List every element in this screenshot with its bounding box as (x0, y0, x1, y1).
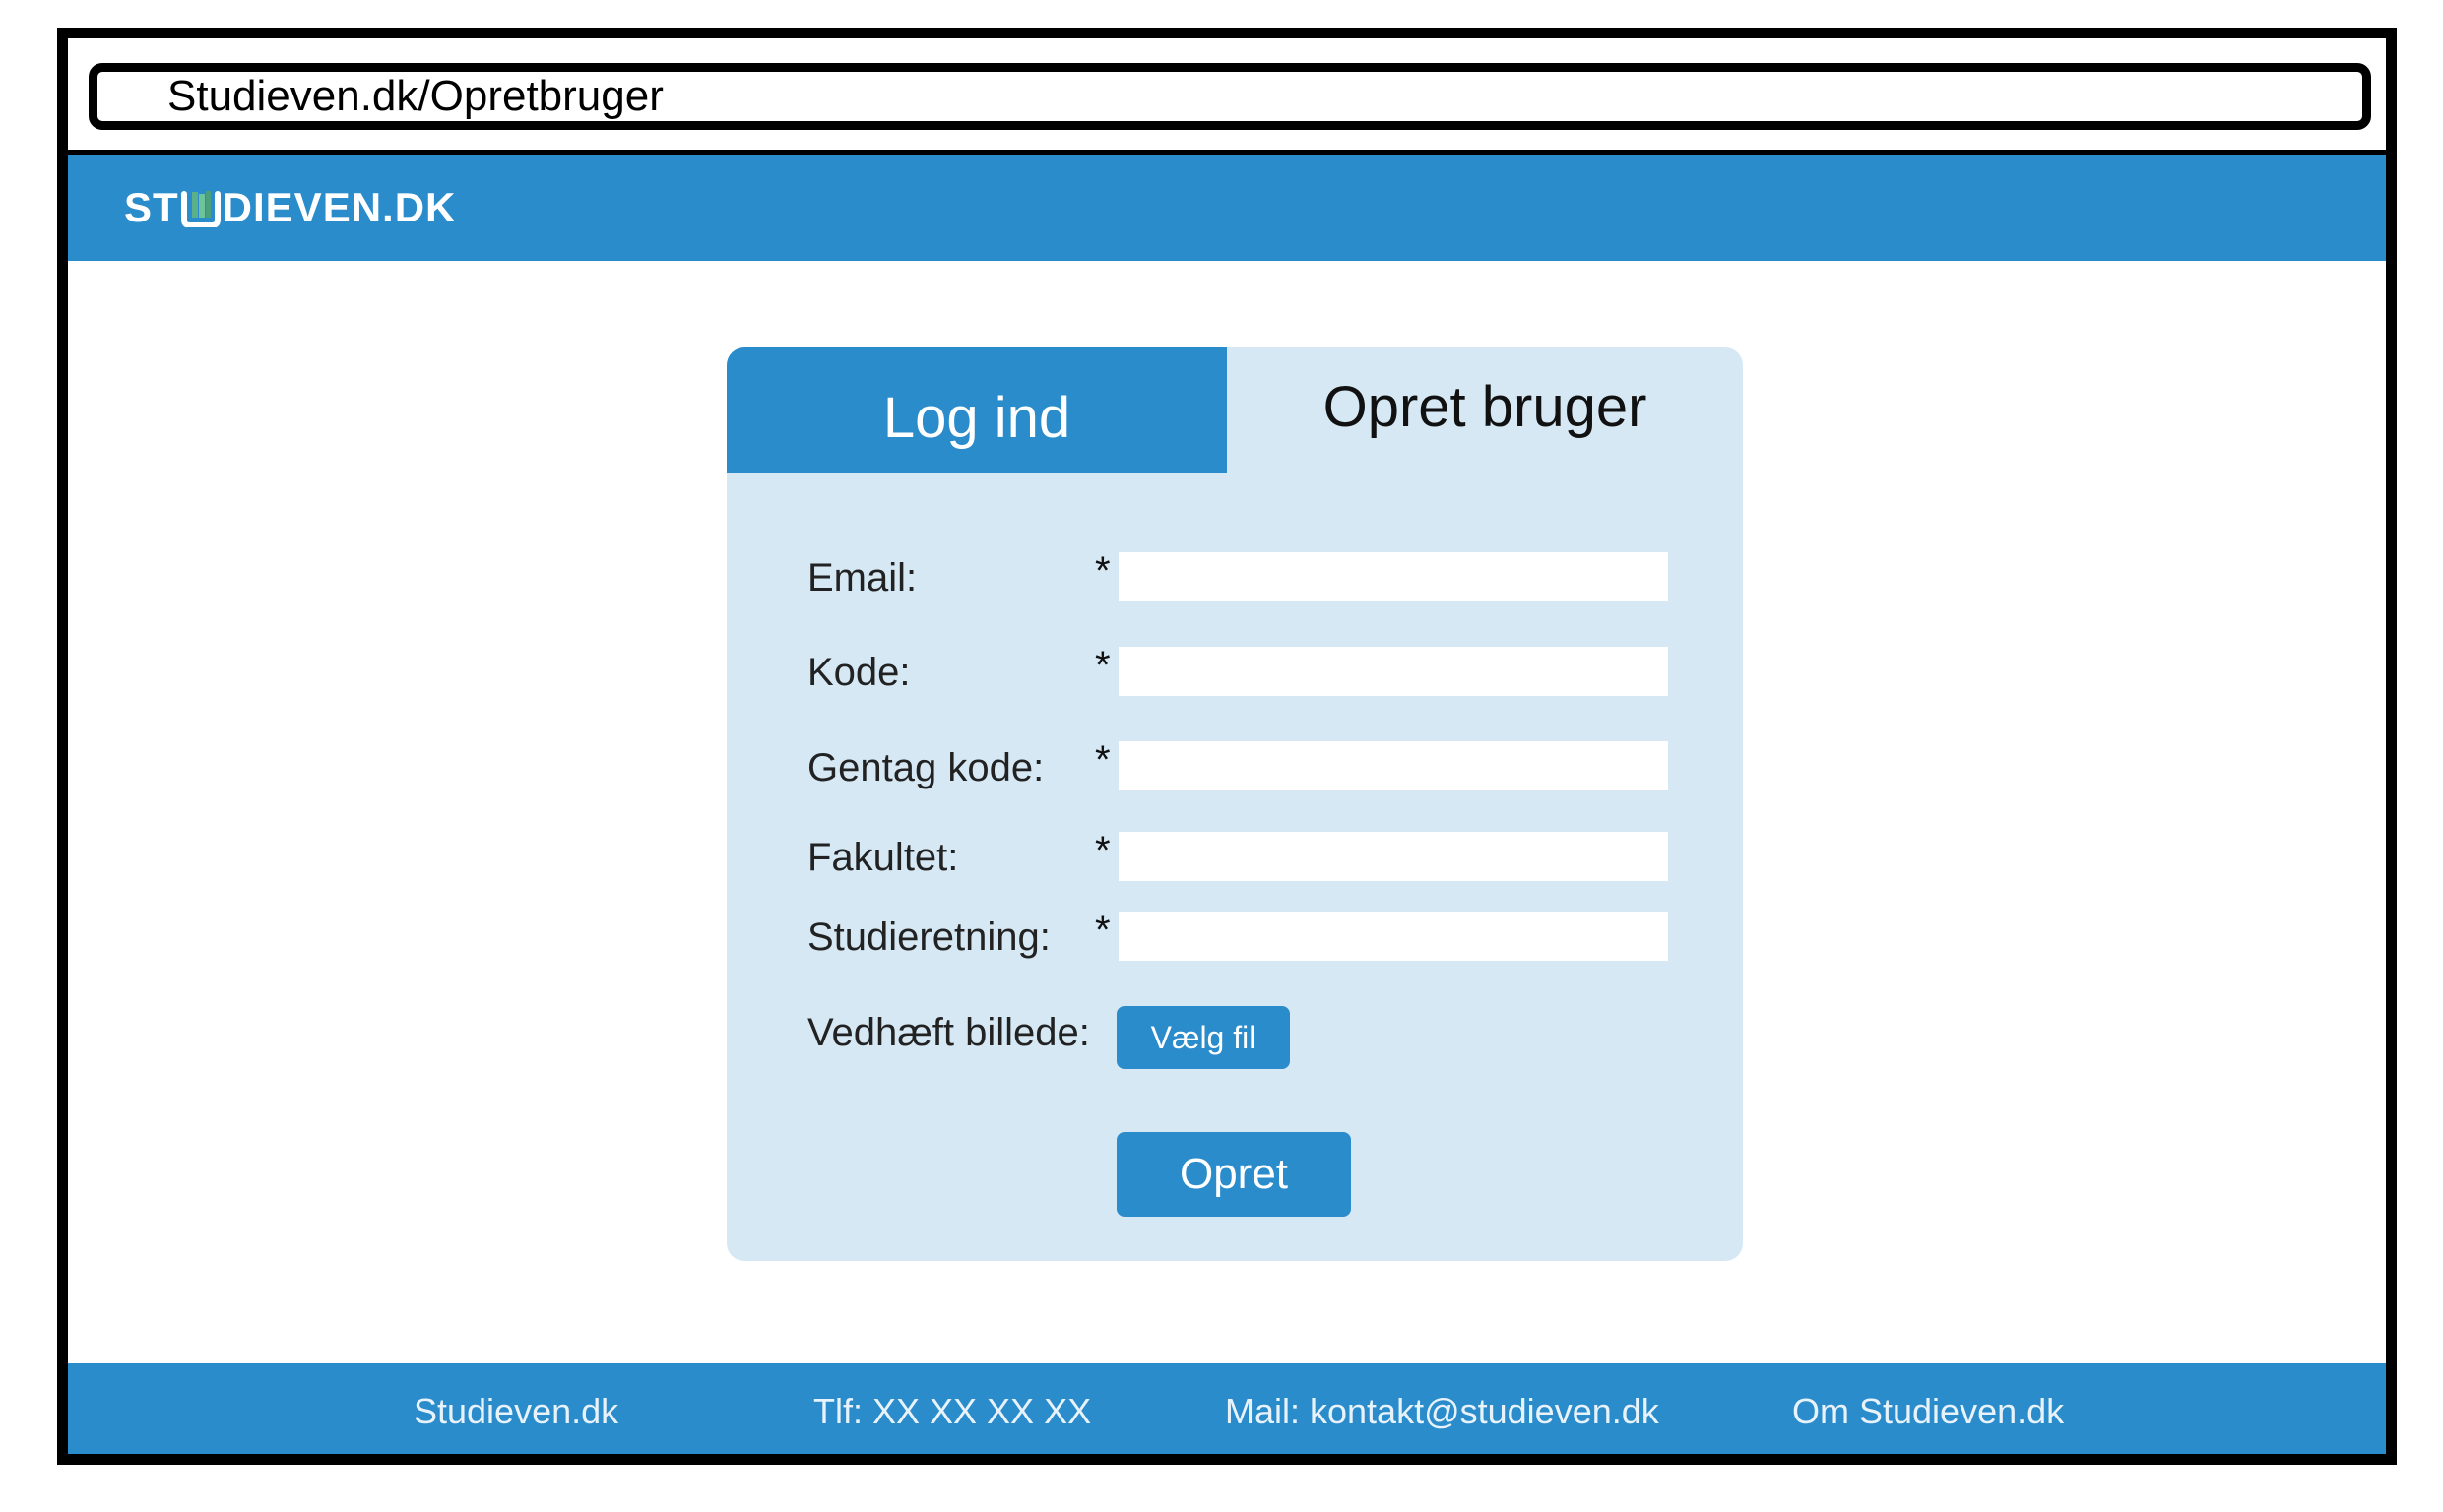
faculty-required-marker: * (1095, 829, 1111, 872)
book-icon (180, 190, 221, 228)
choose-file-button[interactable]: Vælg fil (1117, 1006, 1290, 1069)
tab-create-user-label: Opret bruger (1322, 374, 1647, 439)
repeat-password-label: Gentag kode: (807, 746, 1045, 789)
repeat-password-field[interactable] (1119, 741, 1668, 790)
signup-card (727, 347, 1743, 1261)
email-field[interactable] (1119, 552, 1668, 601)
study-program-field[interactable] (1119, 912, 1668, 961)
footer-link-about[interactable]: Om Studieven.dk (1792, 1388, 2064, 1435)
tab-login-label: Log ind (882, 385, 1071, 450)
logo-text-right: DIEVEN.DK (222, 184, 457, 230)
study-program-label: Studieretning: (807, 915, 1051, 959)
password-field[interactable] (1119, 647, 1668, 696)
faculty-label: Fakultet: (807, 836, 959, 879)
footer-phone: Tlf: XX XX XX XX (813, 1391, 1092, 1431)
tab-create-user[interactable]: Opret bruger (1227, 347, 1743, 473)
url-text: Studieven.dk/Opretbruger (167, 72, 664, 120)
logo-text-left: ST (124, 184, 179, 230)
site-logo[interactable]: ST DIEVEN.DK (124, 178, 456, 237)
choose-file-button-label: Vælg fil (1150, 1019, 1256, 1055)
repeat-password-required-marker: * (1095, 738, 1111, 782)
email-label: Email: (807, 556, 918, 599)
footer-email[interactable]: Mail: kontakt@studieven.dk (1225, 1388, 1659, 1435)
attach-image-label: Vedhæft billede: (807, 1011, 1090, 1054)
study-program-required-marker: * (1095, 909, 1111, 952)
footer-link-home[interactable]: Studieven.dk (414, 1388, 618, 1435)
password-label: Kode: (807, 651, 911, 694)
create-button[interactable]: Opret (1117, 1132, 1351, 1217)
email-required-marker: * (1095, 549, 1111, 593)
password-required-marker: * (1095, 644, 1111, 687)
create-button-label: Opret (1179, 1150, 1289, 1198)
faculty-field[interactable] (1119, 832, 1668, 881)
tab-login[interactable]: Log ind (727, 347, 1227, 473)
